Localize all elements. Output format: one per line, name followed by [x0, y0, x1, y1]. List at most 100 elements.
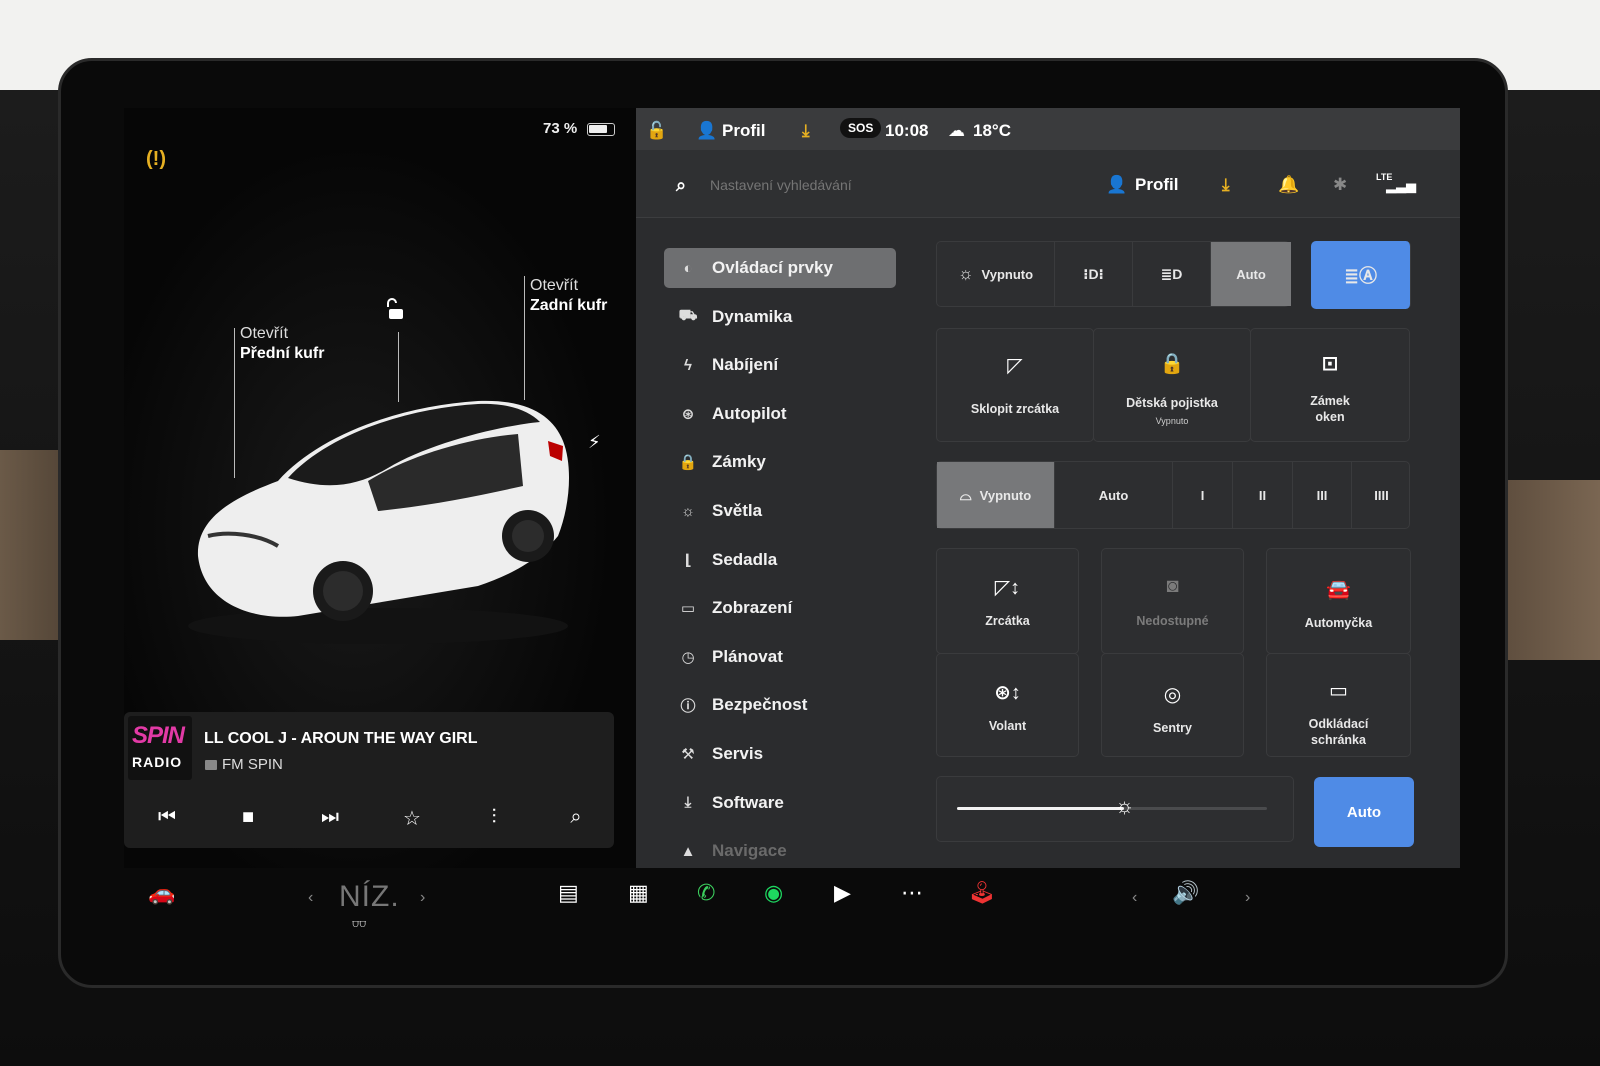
- child-lock-label: Dětská pojistka: [1126, 396, 1218, 410]
- header-download-icon[interactable]: ⤓: [1222, 175, 1230, 195]
- wipers-speed-2[interactable]: II: [1233, 462, 1293, 528]
- child-lock-button[interactable]: 🔒 Dětská pojistka Vypnuto: [1093, 328, 1251, 442]
- sentry-button[interactable]: ◎ Sentry: [1101, 653, 1244, 757]
- brightness-auto-button[interactable]: Auto: [1314, 777, 1414, 847]
- glovebox-label-2: schránka: [1311, 733, 1366, 747]
- charge-port-icon[interactable]: ⚡: [588, 432, 601, 453]
- more-apps-icon[interactable]: ⋯: [901, 880, 923, 906]
- car-wash-icon: 🚘: [1326, 579, 1351, 601]
- stop-icon[interactable]: ■: [233, 806, 263, 829]
- previous-track-icon[interactable]: ⏮: [152, 806, 182, 829]
- search-icon[interactable]: ⌕: [676, 175, 686, 196]
- fold-mirrors-label: Sklopit zrcátka: [970, 402, 1060, 416]
- sentry-icon: ◎: [1163, 684, 1182, 706]
- header-profile-icon[interactable]: 👤: [1106, 175, 1127, 195]
- lock-status-icon[interactable]: 🔓: [646, 121, 667, 141]
- glovebox-label-1: Odkládací: [1308, 717, 1369, 731]
- menu-item-sedadla[interactable]: ⌊ Sedadla: [664, 540, 896, 580]
- sentry-label: Sentry: [1153, 721, 1192, 735]
- lights-auto-option[interactable]: Auto: [1211, 242, 1291, 306]
- volume-down-chevron-icon[interactable]: ‹: [1132, 889, 1137, 907]
- sun-icon: ☼: [957, 264, 974, 283]
- tire-pressure-warning-icon[interactable]: (!): [146, 148, 172, 174]
- settings-search-input[interactable]: [710, 177, 1070, 193]
- brightness-sun-icon[interactable]: ☼: [1114, 793, 1134, 819]
- mirrors-adjust-button[interactable]: ◸↕ Zrcátka: [936, 548, 1079, 654]
- fold-mirrors-button[interactable]: ◸ Sklopit zrcátka: [936, 328, 1094, 442]
- wipers-auto-option[interactable]: Auto: [1055, 462, 1173, 528]
- auto-high-beam-button[interactable]: ≣Ⓐ: [1311, 241, 1411, 309]
- volume-icon[interactable]: 🔊: [1172, 880, 1199, 906]
- rear-trunk-button[interactable]: Otevřít Zadní kufr: [530, 276, 607, 316]
- menu-item-navigace[interactable]: ▲ Navigace: [664, 831, 896, 871]
- status-profile-icon[interactable]: 👤: [696, 121, 717, 141]
- battery-icon: [587, 123, 615, 136]
- car-icon: ⛟: [678, 307, 698, 325]
- menu-item-servis[interactable]: ⚒ Servis: [664, 734, 896, 774]
- wipers-speed-4[interactable]: IIII: [1352, 462, 1411, 528]
- menu-item-dynamika[interactable]: ⛟ Dynamika: [664, 297, 896, 337]
- navigation-icon: ▲: [680, 842, 696, 860]
- steering-wheel-adjust-icon: ⊛↕: [994, 682, 1021, 704]
- update-download-icon[interactable]: ⤓: [802, 121, 810, 141]
- sos-button[interactable]: SOS: [840, 118, 882, 138]
- phone-app-icon[interactable]: ✆: [697, 880, 715, 906]
- temp-up-chevron-icon[interactable]: ›: [420, 889, 425, 907]
- equalizer-icon[interactable]: ⫶: [479, 806, 509, 829]
- temp-down-chevron-icon[interactable]: ‹: [308, 889, 313, 907]
- unlock-icon[interactable]: [384, 298, 408, 322]
- next-track-icon[interactable]: ⏭: [315, 806, 345, 829]
- notification-bell-icon[interactable]: 🔔: [1278, 175, 1299, 195]
- seat-icon: ⌊: [684, 551, 692, 569]
- low-beam-icon[interactable]: ≣D: [1133, 242, 1211, 306]
- menu-item-z-mky[interactable]: 🔒 Zámky: [664, 442, 896, 482]
- menu-item-sv-tla[interactable]: ☼ Světla: [664, 491, 896, 531]
- auto-high-beam-icon: ≣Ⓐ: [1311, 241, 1411, 309]
- calendar-app-icon[interactable]: ▦: [628, 880, 649, 906]
- lock-icon: 🔒: [678, 454, 698, 472]
- toggle-icon: ◐: [683, 259, 693, 277]
- front-trunk-label: Přední kufr: [240, 345, 325, 362]
- car-wash-button[interactable]: 🚘 Automyčka: [1266, 548, 1411, 654]
- window-lock-button[interactable]: ⊡ Zámek oken: [1250, 328, 1410, 442]
- wipers-off-option[interactable]: ⌓ Vypnuto: [937, 462, 1055, 528]
- front-trunk-action: Otevřít: [240, 325, 289, 342]
- wipers-speed-1[interactable]: I: [1173, 462, 1233, 528]
- menu-item-software[interactable]: ⤓ Software: [664, 783, 896, 823]
- alarm-clock-icon: ◷: [681, 648, 695, 666]
- menu-item-bezpe-nost[interactable]: ⓘ Bezpečnost: [664, 685, 896, 725]
- steering-wheel-adjust-button[interactable]: ⊛↕ Volant: [936, 653, 1079, 757]
- lights-off-option[interactable]: ☼ Vypnuto: [937, 242, 1055, 306]
- unavailable-tile: ◙ Nedostupné: [1101, 548, 1244, 654]
- volume-up-chevron-icon[interactable]: ›: [1245, 889, 1250, 907]
- menu-item-label: Dynamika: [712, 306, 793, 326]
- menu-item-zobrazen-[interactable]: ▭ Zobrazení: [664, 588, 896, 628]
- rear-trunk-action: Otevřít: [530, 277, 579, 294]
- favorite-star-icon[interactable]: ☆: [397, 806, 427, 831]
- glovebox-button[interactable]: ▭ Odkládací schránka: [1266, 653, 1411, 757]
- glovebox-icon: ▭: [1329, 680, 1348, 702]
- media-search-icon[interactable]: ⌕: [561, 806, 591, 829]
- wipers-speed-3[interactable]: III: [1293, 462, 1352, 528]
- bluetooth-icon[interactable]: ✱: [1333, 175, 1347, 195]
- toybox-joystick-icon[interactable]: 🕹: [968, 880, 996, 906]
- song-title[interactable]: LL COOL J - AROUN THE WAY GIRL: [204, 730, 478, 748]
- menu-item-ovl-dac-prvky[interactable]: ◐ Ovládací prvky: [664, 248, 896, 288]
- theater-app-icon[interactable]: ▶: [834, 880, 851, 906]
- defrost-icon[interactable]: ⩌⩌: [352, 918, 366, 931]
- menu-item-autopilot[interactable]: ⊛ Autopilot: [664, 394, 896, 434]
- wipers-control: ⌓ Vypnuto Auto I II III IIII: [936, 461, 1410, 529]
- front-trunk-button[interactable]: Otevřít Přední kufr: [240, 324, 324, 364]
- menu-item-pl-novat[interactable]: ◷ Plánovat: [664, 637, 896, 677]
- climate-temperature-setting[interactable]: NÍZ.: [339, 880, 400, 914]
- header-profile-label[interactable]: Profil: [1135, 175, 1178, 195]
- dashcam-app-icon[interactable]: ▤: [558, 880, 579, 906]
- car-dock-icon[interactable]: 🚗: [148, 880, 175, 906]
- menu-item-nab-jen-[interactable]: ϟ Nabíjení: [664, 345, 896, 385]
- bolt-icon: ϟ: [684, 356, 692, 374]
- brightness-slider-container: ☼: [936, 776, 1294, 842]
- brightness-slider[interactable]: [957, 807, 1267, 810]
- parking-lights-icon[interactable]: ⁝D⁝: [1055, 242, 1133, 306]
- status-profile-label[interactable]: Profil: [722, 121, 765, 141]
- spotify-app-icon[interactable]: ◉: [764, 880, 783, 906]
